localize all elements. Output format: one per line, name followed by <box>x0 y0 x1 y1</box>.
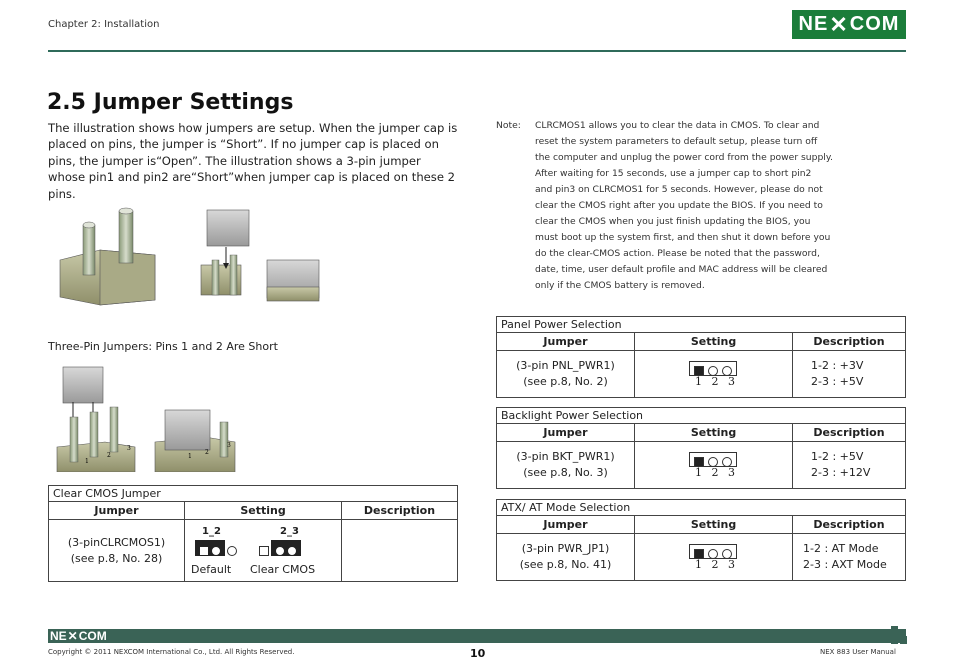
label-1-2: 1_2 <box>202 526 221 537</box>
col-header-setting: Setting <box>634 515 793 534</box>
label-2-3: 2_3 <box>280 526 299 537</box>
jumper-cell: (3-pin PWR_JP1) (see p.8, No. 41) <box>496 533 635 581</box>
page-number: 10 <box>470 647 486 660</box>
pin-numbers: 1 2 3 <box>695 466 738 479</box>
desc-line: 2-3 : AXT Mode <box>803 558 887 571</box>
col-header-description: Description <box>792 332 906 351</box>
corner-squares-icon <box>891 626 907 644</box>
setting-cell: 1_2 2_3 Default Clear CMOS <box>184 519 342 582</box>
pin-label: 3 <box>227 442 231 449</box>
pin-diagram: 1 2 3 <box>635 451 792 479</box>
col-header-description: Description <box>341 501 458 520</box>
atx-mode-table: ATX/ AT Mode Selection Jumper Setting De… <box>496 499 906 581</box>
jumper-cell: (3-pin PNL_PWR1) (see p.8, No. 2) <box>496 350 635 398</box>
col-header-jumper: Jumper <box>496 515 635 534</box>
note-text: CLRCMOS1 allows you to clear the data in… <box>535 118 850 294</box>
pin-label: 2 <box>205 449 209 456</box>
clear-cmos-table: Clear CMOS Jumper Jumper Setting Descrip… <box>48 485 458 582</box>
note-line: clear the CMOS when you just finish upda… <box>535 216 811 227</box>
description-cell <box>341 519 458 582</box>
panel-power-table: Panel Power Selection Jumper Setting Des… <box>496 316 906 398</box>
footer-logo: NE✕COM <box>50 629 107 643</box>
description-cell: 1-2 : +5V 2-3 : +12V <box>792 441 906 489</box>
note-line: only if the CMOS battery is removed. <box>535 280 705 291</box>
table-caption: Clear CMOS Jumper <box>48 485 458 502</box>
table-caption: Panel Power Selection <box>496 316 906 333</box>
description-cell: 1-2 : +3V 2-3 : +5V <box>792 350 906 398</box>
jumper-ref: (see p.8, No. 41) <box>519 558 612 571</box>
jumper-name: (3-pin PNL_PWR1) <box>516 359 615 372</box>
jumper-ref: (see p.8, No. 2) <box>523 375 608 388</box>
desc-line: 1-2 : AT Mode <box>803 542 879 555</box>
note-label: Note: <box>496 120 521 131</box>
desc-line: 2-3 : +12V <box>811 466 871 479</box>
header-divider <box>48 50 906 52</box>
jumper-cell: (3-pinCLRCMOS1) (see p.8, No. 28) <box>48 519 185 582</box>
pin-label: 3 <box>127 445 131 452</box>
jumper-name: (3-pinCLRCMOS1) <box>67 535 166 549</box>
chapter-heading: Chapter 2: Installation <box>48 19 160 30</box>
table-caption: Backlight Power Selection <box>496 407 906 424</box>
col-header-jumper: Jumper <box>496 423 635 442</box>
note-line: CLRCMOS1 allows you to clear the data in… <box>535 120 820 131</box>
col-header-setting: Setting <box>634 332 793 351</box>
col-header-setting: Setting <box>634 423 793 442</box>
pin-diagram: 1 2 3 <box>635 543 792 571</box>
col-header-jumper: Jumper <box>48 501 185 520</box>
pin-label: 2 <box>107 452 111 459</box>
label-clear-cmos: Clear CMOS <box>250 563 316 576</box>
note-line: must boot up the system first, and then … <box>535 232 831 243</box>
jumper-cell: (3-pin BKT_PWR1) (see p.8, No. 3) <box>496 441 635 489</box>
table-caption: ATX/ AT Mode Selection <box>496 499 906 516</box>
backlight-power-table: Backlight Power Selection Jumper Setting… <box>496 407 906 489</box>
jumper-name: (3-pin BKT_PWR1) <box>516 450 615 463</box>
pin-label: 1 <box>85 458 89 465</box>
setting-cell: 1 2 3 <box>634 533 793 581</box>
note-line: After waiting for 15 seconds, use a jump… <box>535 168 812 179</box>
note-line: the computer and unplug the power cord f… <box>535 152 833 163</box>
section-title: 2.5 Jumper Settings <box>47 90 294 115</box>
three-pin-jumper-illustration: 1 2 3 1 2 3 <box>56 366 236 472</box>
three-pin-caption: Three-Pin Jumpers: Pins 1 and 2 Are Shor… <box>48 340 278 353</box>
pin-diagram: 1 2 3 <box>635 360 792 388</box>
two-pin-jumper-illustration <box>59 207 320 306</box>
jumper-default-diagram <box>195 540 239 559</box>
jumper-ref: (see p.8, No. 3) <box>523 466 608 479</box>
col-header-description: Description <box>792 423 906 442</box>
jumper-ref: (see p.8, No. 28) <box>70 551 163 565</box>
note-line: and pin3 on CLRCMOS1 for 5 seconds. Howe… <box>535 184 823 195</box>
pin-label: 1 <box>188 453 192 460</box>
col-header-setting: Setting <box>184 501 342 520</box>
footer-bar <box>48 629 906 643</box>
label-default: Default <box>191 563 232 576</box>
note-line: date, time, user default profile and MAC… <box>535 264 828 275</box>
setting-cell: 1 2 3 <box>634 441 793 489</box>
intro-paragraph: The illustration shows how jumpers are s… <box>48 121 458 201</box>
manual-name: NEX 883 User Manual <box>820 648 896 656</box>
description-cell: 1-2 : AT Mode 2-3 : AXT Mode <box>792 533 906 581</box>
jumper-clear-diagram <box>257 540 301 559</box>
setting-cell: 1 2 3 <box>634 350 793 398</box>
pin-numbers: 1 2 3 <box>695 558 738 571</box>
jumper-name: (3-pin PWR_JP1) <box>521 542 610 555</box>
note-line: reset the system parameters to default s… <box>535 136 818 147</box>
note-line: clear the CMOS right after you update th… <box>535 200 823 211</box>
note-line: do the clear-CMOS action. Please be note… <box>535 248 820 259</box>
pin-numbers: 1 2 3 <box>695 375 738 388</box>
desc-line: 2-3 : +5V <box>811 375 864 388</box>
col-header-jumper: Jumper <box>496 332 635 351</box>
desc-line: 1-2 : +3V <box>811 359 864 372</box>
col-header-description: Description <box>792 515 906 534</box>
nexcom-logo: NE ✕ COM <box>792 10 906 39</box>
copyright-text: Copyright © 2011 NEXCOM International Co… <box>48 648 295 656</box>
desc-line: 1-2 : +5V <box>811 450 864 463</box>
